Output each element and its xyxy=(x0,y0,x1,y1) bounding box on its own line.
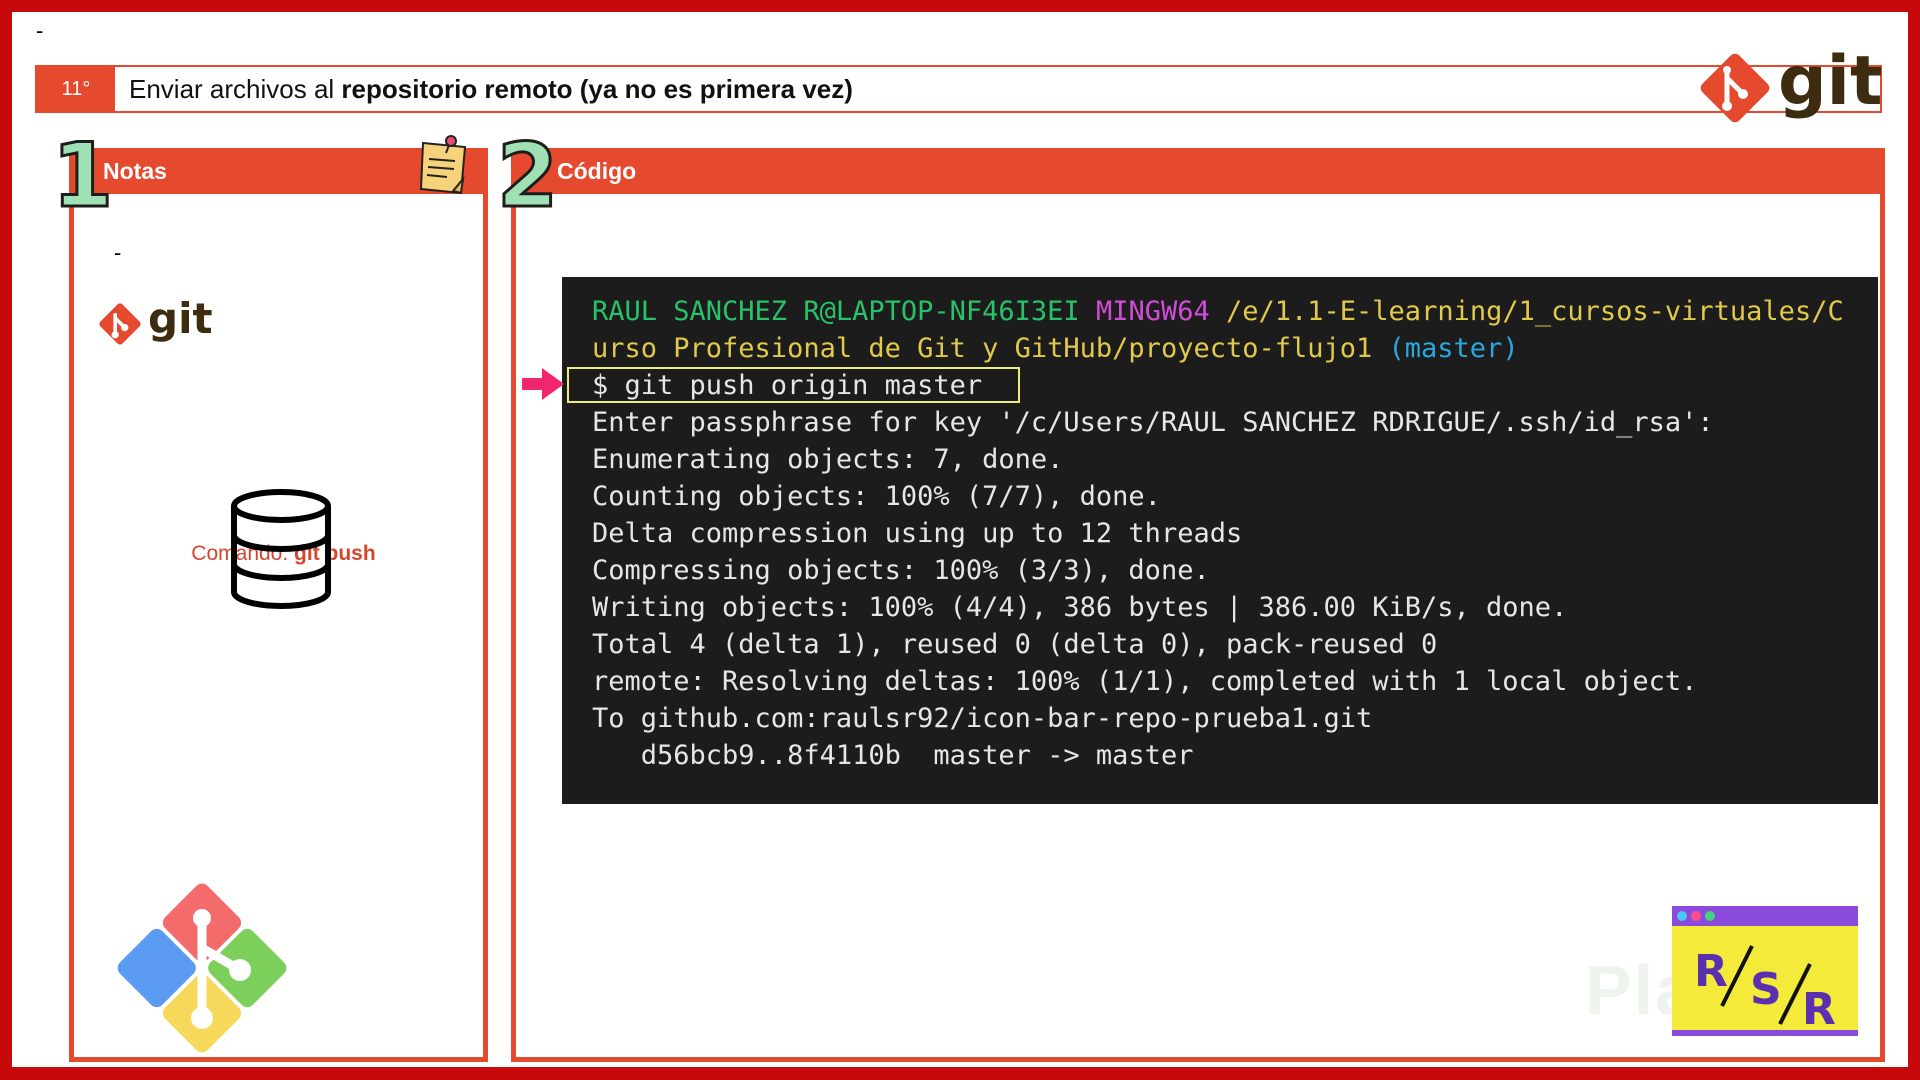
terminal-prompt-line2: urso Profesional de Git y GitHub/proyect… xyxy=(592,330,1519,367)
git-logo-icon xyxy=(99,303,141,345)
page-title: Enviar archivos al repositorio remoto (y… xyxy=(129,67,853,111)
command-highlight-box xyxy=(567,367,1020,403)
prompt-env: MINGW64 xyxy=(1095,296,1210,327)
prompt-path-1: /e/1.1-E-learning/1_cursos-virtuales/C xyxy=(1226,296,1844,327)
database-icon xyxy=(231,489,331,609)
pink-arrow-icon xyxy=(522,368,564,400)
notes-git-logo: git xyxy=(96,294,216,348)
step-number-1: 1 xyxy=(50,124,114,227)
terminal-output-line: Writing objects: 100% (4/4), 386 bytes |… xyxy=(592,592,1568,623)
terminal-output-line: d56bcb9..8f4110b master -> master xyxy=(592,740,1194,771)
svg-text:R: R xyxy=(1694,946,1728,997)
terminal-output-line: Counting objects: 100% (7/7), done. xyxy=(592,481,1161,512)
prompt-branch: (master) xyxy=(1388,333,1519,364)
sticky-note-icon xyxy=(419,135,467,195)
notes-dash: - xyxy=(114,240,122,265)
step-number-2: 2 xyxy=(495,124,559,227)
terminal-prompt-line1: RAUL SANCHEZ R@LAPTOP-NF46I3EI MINGW64 /… xyxy=(592,293,1844,330)
terminal-output-line: Enter passphrase for key '/c/Users/RAUL … xyxy=(592,407,1714,438)
svg-text:S: S xyxy=(1750,964,1782,1015)
terminal-output-line: Delta compression using up to 12 threads xyxy=(592,518,1243,549)
terminal-output-line: Compressing objects: 100% (3/3), done. xyxy=(592,555,1210,586)
rsr-logo-icon: R S R xyxy=(1672,906,1858,1036)
header-bar: 11° Enviar archivos al repositorio remot… xyxy=(35,65,1882,113)
git-diamond-icon xyxy=(117,883,287,1053)
lesson-number: 11° xyxy=(37,67,115,111)
code-heading: Código xyxy=(511,148,1885,194)
git-logo-icon: git xyxy=(1695,42,1883,126)
notes-git-wordmark: git xyxy=(148,294,213,343)
terminal-output-line: remote: Resolving deltas: 100% (1/1), co… xyxy=(592,666,1698,697)
prompt-user: RAUL SANCHEZ R@LAPTOP-NF46I3EI xyxy=(592,296,1080,327)
title-bold: repositorio remoto (ya no es primera vez… xyxy=(341,74,853,104)
terminal-output-line: Total 4 (delta 1), reused 0 (delta 0), p… xyxy=(592,629,1438,660)
svg-text:R: R xyxy=(1802,984,1836,1035)
terminal-window: RAUL SANCHEZ R@LAPTOP-NF46I3EI MINGW64 /… xyxy=(562,277,1878,804)
top-dash: - xyxy=(36,18,44,43)
terminal-output-line: To github.com:raulsr92/icon-bar-repo-pru… xyxy=(592,703,1373,734)
terminal-output-line: Enumerating objects: 7, done. xyxy=(592,444,1064,475)
title-normal: Enviar archivos al xyxy=(129,74,342,104)
prompt-path-2: urso Profesional de Git y GitHub/proyect… xyxy=(592,333,1373,364)
git-wordmark: git xyxy=(1778,42,1883,121)
